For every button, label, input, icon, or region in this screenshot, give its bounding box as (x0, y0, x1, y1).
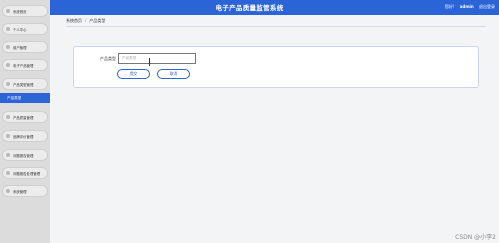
submit-button[interactable]: 提交 (117, 69, 150, 79)
sidebar-item-label: 产品质量管理 (13, 115, 34, 120)
logout-link[interactable]: 退出登录 (479, 4, 495, 9)
sidebar-item-label: 电子产品管理 (13, 63, 34, 68)
sidebar-item-home[interactable]: 系统首页 (2, 5, 48, 17)
sidebar-item-system[interactable]: 系统管理 (2, 185, 48, 197)
sidebar-item-label: 产品类型 (7, 95, 22, 100)
home-icon (6, 9, 10, 13)
sidebar-item-users[interactable]: 用户管理 (2, 41, 48, 53)
category-icon (6, 82, 10, 86)
sidebar-item-label: 品牌评价管理 (13, 134, 34, 139)
user-name: admin (459, 4, 474, 9)
sidebar-item-label: 系统首页 (13, 9, 27, 14)
user-area: 您好! admin 退出登录 (441, 4, 495, 10)
text-cursor-icon (149, 58, 150, 66)
sidebar-item-issue-handling[interactable]: 问题报告处理管理 (2, 167, 48, 179)
users-icon (6, 45, 10, 49)
breadcrumb-separator: / (85, 18, 87, 23)
product-type-label: 产品类型 (100, 56, 116, 61)
sidebar-item-label: 问题报告管理 (13, 153, 34, 158)
cancel-button[interactable]: 取消 (157, 69, 190, 79)
sidebar-item-label: 问题报告处理管理 (13, 171, 41, 176)
gear-icon (6, 189, 10, 193)
sidebar-item-product-type-mgmt[interactable]: 产品类型管理 (2, 78, 48, 90)
user-icon (6, 27, 10, 31)
sidebar-item-issue-report[interactable]: 问题报告管理 (2, 149, 48, 161)
breadcrumb-current: 产品类型 (89, 18, 106, 23)
sidebar-item-brand-review[interactable]: 品牌评价管理 (2, 130, 48, 142)
app-title: 电子产品质量监管系统 (215, 4, 284, 12)
sidebar-item-label: 系统管理 (13, 189, 27, 194)
report-icon (6, 153, 10, 157)
star-icon (6, 134, 10, 138)
product-type-input[interactable]: 产品类型 (118, 53, 196, 64)
top-bar: 电子产品质量监管系统 您好! admin 退出登录 (0, 0, 499, 15)
quality-icon (6, 115, 10, 119)
breadcrumb: 系统首页 / 产品类型 (66, 18, 105, 24)
sidebar-subitem-product-type[interactable]: 产品类型 (0, 93, 50, 103)
sidebar-item-label: 产品类型管理 (13, 82, 34, 87)
sidebar: 系统首页 个人中心 用户管理 电子产品管理 产品类型管理 产品类型 产品质量管理… (0, 0, 50, 243)
divider (66, 26, 486, 27)
product-icon (6, 63, 10, 67)
sidebar-item-label: 个人中心 (13, 27, 27, 32)
sidebar-item-profile[interactable]: 个人中心 (2, 23, 48, 35)
sidebar-item-label: 用户管理 (13, 45, 27, 50)
sidebar-item-products[interactable]: 电子产品管理 (2, 59, 48, 71)
sidebar-item-quality[interactable]: 产品质量管理 (2, 111, 48, 123)
breadcrumb-home[interactable]: 系统首页 (66, 18, 82, 23)
watermark: CSDN @小李2 (455, 234, 496, 241)
user-greeting: 您好! (444, 4, 455, 9)
tool-icon (6, 171, 10, 175)
